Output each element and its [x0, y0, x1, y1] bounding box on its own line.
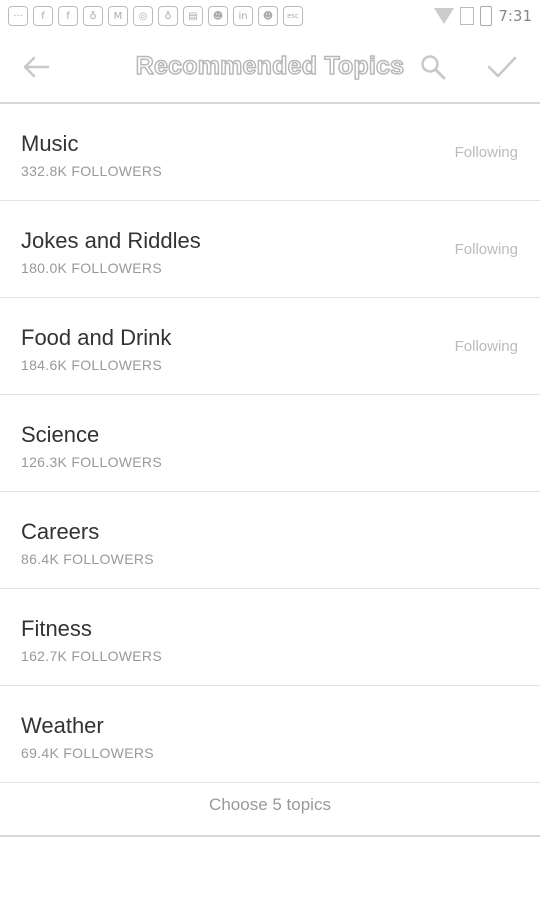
notification-icon: ♁ — [83, 6, 103, 26]
topic-followers: 180.0K FOLLOWERS — [21, 260, 162, 276]
sim-icon: ▤ — [183, 6, 203, 26]
status-bar: ··· f f ♁ M ◎ ♁ ▤ ☻ in ☻ esc 7:31 — [0, 0, 540, 32]
following-button[interactable]: Following — [455, 241, 518, 258]
cat-icon: ☻ — [258, 6, 278, 26]
topic-name: Science — [21, 422, 100, 447]
topic-followers: 86.4K FOLLOWERS — [21, 551, 154, 567]
topic-name: Careers — [21, 519, 100, 544]
notification-icon: ♁ — [158, 6, 178, 26]
facebook-icon: f — [33, 6, 53, 26]
topic-followers: 126.3K FOLLOWERS — [21, 454, 162, 470]
search-icon — [421, 55, 446, 80]
topic-followers: 69.4K FOLLOWERS — [21, 745, 154, 761]
topic-name: Food and Drink — [21, 325, 172, 350]
messenger-icon: ◎ — [133, 6, 153, 26]
topic-row-careers[interactable]: Careers 86.4K FOLLOWERS — [0, 492, 540, 589]
gmail-icon: M — [108, 6, 128, 26]
following-button[interactable]: Following — [455, 338, 518, 355]
no-sim-icon — [460, 7, 475, 25]
confirm-button[interactable] — [484, 50, 520, 84]
topic-row-fitness[interactable]: Fitness 162.7K FOLLOWERS — [0, 589, 540, 686]
topic-followers: 332.8K FOLLOWERS — [21, 163, 162, 179]
esc-icon: esc — [283, 6, 303, 26]
clock: 7:31 — [498, 7, 532, 25]
topic-row-jokes-and-riddles[interactable]: Jokes and Riddles 180.0K FOLLOWERS Follo… — [0, 201, 540, 298]
topic-row-weather[interactable]: Weather 69.4K FOLLOWERS — [0, 686, 540, 783]
cat-icon: ☻ — [208, 6, 228, 26]
topic-list: Music 332.8K FOLLOWERS Following Jokes a… — [0, 104, 540, 783]
topic-followers: 162.7K FOLLOWERS — [21, 648, 162, 664]
notification-icons: ··· f f ♁ M ◎ ♁ ▤ ☻ in ☻ esc — [8, 6, 303, 26]
topic-name: Music — [21, 131, 79, 156]
linkedin-icon: in — [233, 6, 253, 26]
topic-row-music[interactable]: Music 332.8K FOLLOWERS Following — [0, 104, 540, 201]
topic-name: Weather — [21, 713, 104, 738]
battery-icon — [480, 6, 493, 26]
topic-followers: 184.6K FOLLOWERS — [21, 357, 162, 373]
topic-row-science[interactable]: Science 126.3K FOLLOWERS — [0, 395, 540, 492]
following-button[interactable]: Following — [455, 144, 518, 161]
wifi-icon — [434, 8, 455, 24]
checkmark-icon — [487, 56, 517, 78]
search-button[interactable] — [416, 50, 450, 84]
topic-name: Jokes and Riddles — [21, 228, 201, 253]
more-icon: ··· — [8, 6, 28, 26]
page-title: Recommended Topics — [135, 51, 405, 81]
facebook-icon: f — [58, 6, 78, 26]
app-bar: Recommended Topics — [0, 32, 540, 104]
topic-name: Fitness — [21, 616, 92, 641]
topic-row-food-and-drink[interactable]: Food and Drink 184.6K FOLLOWERS Followin… — [0, 298, 540, 395]
choose-topics-label: Choose 5 topics — [209, 795, 331, 814]
choose-topics-bar: Choose 5 topics — [0, 775, 540, 837]
